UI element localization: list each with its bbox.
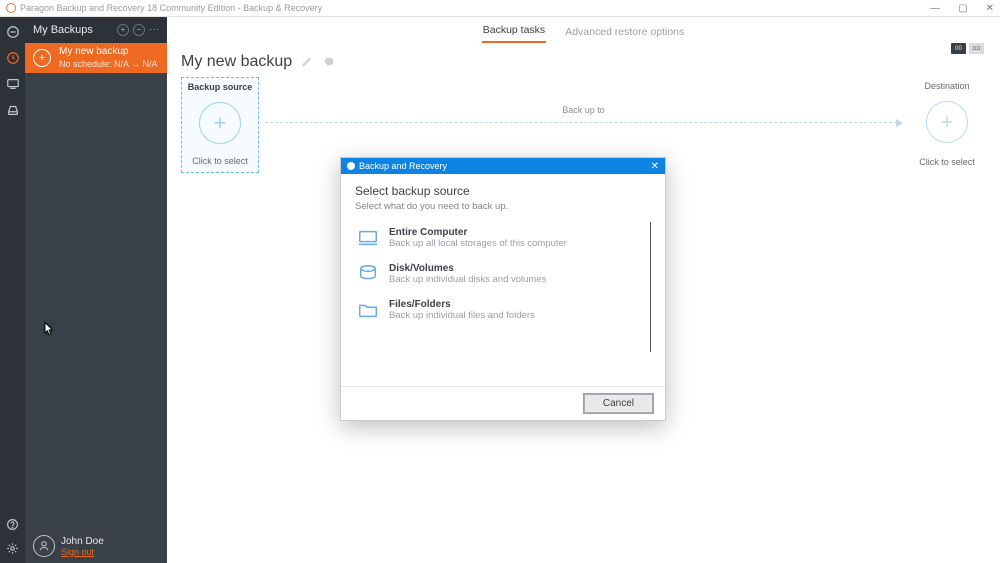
destination-label: Destination <box>924 81 969 91</box>
arrow-icon <box>265 122 902 123</box>
sidebar-add-icon[interactable]: + <box>117 24 129 36</box>
dialog-heading: Select backup source <box>355 184 651 198</box>
dialog-app-icon <box>347 162 355 170</box>
sidebar-footer: John Doe Sign out <box>25 529 167 563</box>
avatar-icon <box>33 535 55 557</box>
drive-icon[interactable] <box>5 103 21 117</box>
dialog-scroll-indicator <box>650 222 651 352</box>
window-titlebar: Paragon Backup and Recovery 18 Community… <box>0 0 1000 17</box>
backup-source-card[interactable]: Backup source + Click to select <box>181 77 259 173</box>
window-minimize[interactable]: — <box>930 3 940 14</box>
dialog-body: Select backup source Select what do you … <box>341 174 665 386</box>
page-title-row: My new backup <box>167 43 1000 77</box>
clock-icon[interactable] <box>5 51 21 65</box>
gear-icon[interactable] <box>5 541 21 555</box>
folder-icon <box>357 299 379 321</box>
user-name: John Doe <box>61 536 104 547</box>
dialog-footer: Cancel <box>341 386 665 420</box>
monitor-icon[interactable] <box>5 77 21 91</box>
sidebar-title: My Backups <box>33 24 93 36</box>
page-title: My new backup <box>181 53 292 71</box>
cancel-button[interactable]: Cancel <box>584 394 653 413</box>
option-desc: Back up individual files and folders <box>389 310 535 321</box>
computer-icon <box>357 227 379 249</box>
view-mode-badges: 00 ɪɪɪɪ <box>951 43 984 54</box>
sidebar-header-tools: + − ··· <box>117 24 159 36</box>
window-close[interactable]: ✕ <box>986 3 994 14</box>
dialog-titlebar: Backup and Recovery ✕ <box>341 158 665 174</box>
dialog-title: Backup and Recovery <box>359 161 447 171</box>
source-click-label: Click to select <box>192 156 248 166</box>
sidebar-header: My Backups + − ··· <box>25 17 167 43</box>
view-mode-std[interactable]: 00 <box>951 43 966 54</box>
sidebar-remove-icon[interactable]: − <box>133 24 145 36</box>
sign-out-link[interactable]: Sign out <box>61 547 104 557</box>
sidebar-item-new-backup[interactable]: + My new backup No schedule: N/A → N/A <box>25 43 167 73</box>
plus-circle-icon: + <box>926 101 968 143</box>
dialog-close-icon[interactable]: ✕ <box>651 161 659 172</box>
source-label: Backup source <box>188 82 253 92</box>
view-mode-alt[interactable]: ɪɪɪɪ <box>969 43 984 54</box>
nav-rail <box>0 17 25 563</box>
tab-backup-tasks[interactable]: Backup tasks <box>482 24 546 43</box>
option-desc: Back up all local storages of this compu… <box>389 238 567 249</box>
comment-icon[interactable] <box>322 55 336 69</box>
option-title: Disk/Volumes <box>389 263 546 274</box>
option-title: Entire Computer <box>389 227 567 238</box>
option-title: Files/Folders <box>389 299 535 310</box>
select-source-dialog: Backup and Recovery ✕ Select backup sour… <box>340 157 666 421</box>
option-files-folders[interactable]: Files/Folders Back up individual files a… <box>355 292 639 328</box>
option-entire-computer[interactable]: Entire Computer Back up all local storag… <box>355 220 639 256</box>
window-controls: — ▢ ✕ <box>930 3 994 14</box>
backup-destination-card[interactable]: Destination + Click to select <box>908 77 986 173</box>
option-desc: Back up individual disks and volumes <box>389 274 546 285</box>
window-title: Paragon Backup and Recovery 18 Community… <box>20 3 322 13</box>
edit-icon[interactable] <box>300 55 314 69</box>
dialog-option-list: Entire Computer Back up all local storag… <box>355 220 651 328</box>
sidebar-more-icon[interactable]: ··· <box>149 24 159 36</box>
disk-icon <box>357 263 379 285</box>
sidebar: My Backups + − ··· + My new backup No sc… <box>25 17 167 563</box>
arrow-label: Back up to <box>181 105 986 115</box>
plus-circle-icon: + <box>33 49 51 67</box>
tabs: Backup tasks Advanced restore options <box>167 17 1000 43</box>
destination-click-label: Click to select <box>919 157 975 167</box>
tab-advanced-restore[interactable]: Advanced restore options <box>564 26 685 43</box>
home-icon[interactable] <box>5 25 21 39</box>
option-disk-volumes[interactable]: Disk/Volumes Back up individual disks an… <box>355 256 639 292</box>
sidebar-item-title: My new backup <box>59 46 158 59</box>
dialog-subheading: Select what do you need to back up. <box>355 201 651 212</box>
window-maximize[interactable]: ▢ <box>958 3 967 14</box>
app-icon <box>6 3 16 13</box>
sidebar-item-subtitle: No schedule: N/A → N/A <box>59 59 158 70</box>
help-icon[interactable] <box>5 517 21 531</box>
